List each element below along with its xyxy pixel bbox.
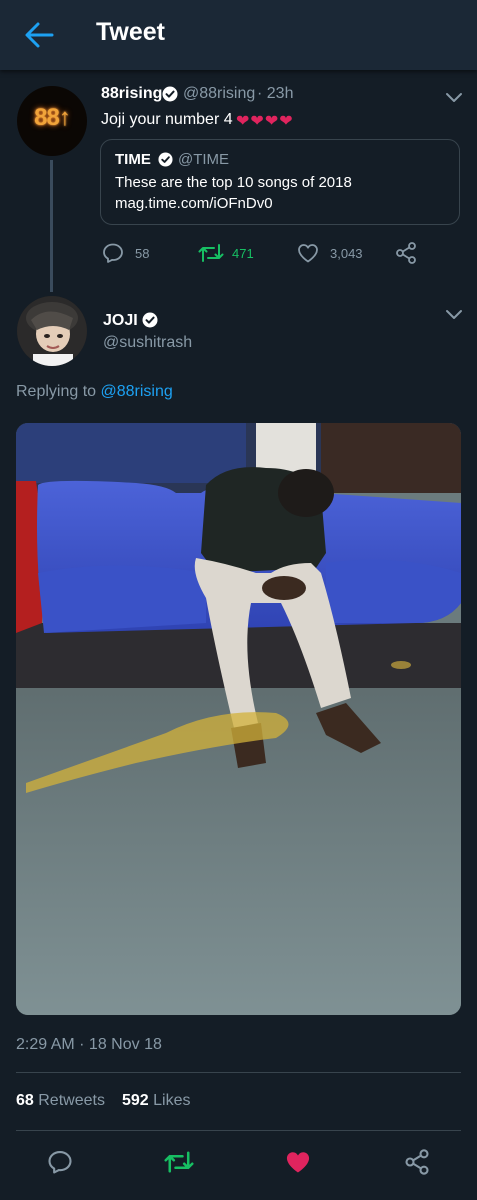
reply-icon[interactable]: [46, 1148, 74, 1176]
heart-icon[interactable]: [284, 1148, 312, 1176]
retweets-stat[interactable]: 68 Retweets: [16, 1092, 105, 1110]
chevron-down-icon[interactable]: [445, 92, 463, 104]
like-count: 3,043: [330, 246, 363, 261]
retweet-icon[interactable]: [164, 1148, 194, 1176]
like-stat-count: 592: [122, 1092, 149, 1109]
subway-photo-image: [16, 423, 461, 1015]
likes-stat[interactable]: 592 Likes: [122, 1092, 191, 1110]
quoted-tweet-card[interactable]: TIME @TIME These are the top 10 songs of…: [100, 139, 460, 225]
replying-to-line: Replying to @88rising: [16, 383, 173, 401]
heart-icon: [298, 244, 318, 263]
author-handle[interactable]: @sushitrash: [103, 334, 192, 352]
chevron-down-icon[interactable]: [445, 309, 463, 321]
retweet-stat-count: 68: [16, 1092, 34, 1109]
verified-badge-icon: [158, 152, 173, 167]
share-button[interactable]: [394, 241, 418, 265]
share-icon: [396, 242, 416, 264]
avatar-joji[interactable]: [17, 296, 87, 366]
like-button[interactable]: 3,043: [296, 241, 376, 265]
tweet-timestamp: 2:29 AM · 18 Nov 18: [16, 1036, 162, 1053]
heart-emojis: ❤❤❤❤: [236, 113, 294, 130]
verified-badge-icon: [142, 312, 158, 328]
divider: [16, 1072, 461, 1073]
page-title: Tweet: [96, 18, 165, 46]
reply-icon: [103, 243, 123, 263]
tweet-photo[interactable]: [16, 423, 461, 1015]
author-name[interactable]: 88rising: [101, 85, 162, 103]
quote-text-line: These are the top 10 songs of 2018: [115, 174, 352, 191]
thread-connector-line: [50, 160, 53, 292]
like-stat-label: Likes: [153, 1092, 191, 1109]
avatar-88rising[interactable]: 88↑: [17, 86, 87, 156]
retweet-icon: [198, 244, 224, 262]
profile-photo: [17, 296, 87, 366]
tweet-text: Joji your number 4: [101, 111, 233, 128]
verified-badge-icon: [162, 86, 178, 102]
divider: [16, 1130, 461, 1131]
share-icon[interactable]: [403, 1148, 431, 1176]
author-name[interactable]: JOJI: [103, 312, 138, 330]
replying-to-prefix: Replying to: [16, 383, 97, 400]
reply-count: 58: [135, 246, 150, 261]
quote-author-handle: @TIME: [178, 151, 230, 168]
tweet-time: · 23h: [257, 85, 294, 102]
author-handle[interactable]: @88rising: [183, 85, 255, 103]
top-app-bar: Tweet: [0, 0, 477, 70]
retweet-button[interactable]: 471: [198, 241, 268, 265]
retweet-stat-label: Retweets: [38, 1092, 105, 1109]
back-arrow-icon[interactable]: [22, 18, 56, 52]
retweet-count: 471: [232, 246, 254, 261]
avatar-logo-text: 88↑: [34, 104, 71, 131]
reply-button[interactable]: 58: [101, 241, 161, 265]
replying-to-handle-link[interactable]: @88rising: [101, 383, 173, 400]
quote-link[interactable]: mag.time.com/iOFnDv0: [115, 195, 273, 212]
quote-author-name: TIME: [115, 151, 151, 168]
